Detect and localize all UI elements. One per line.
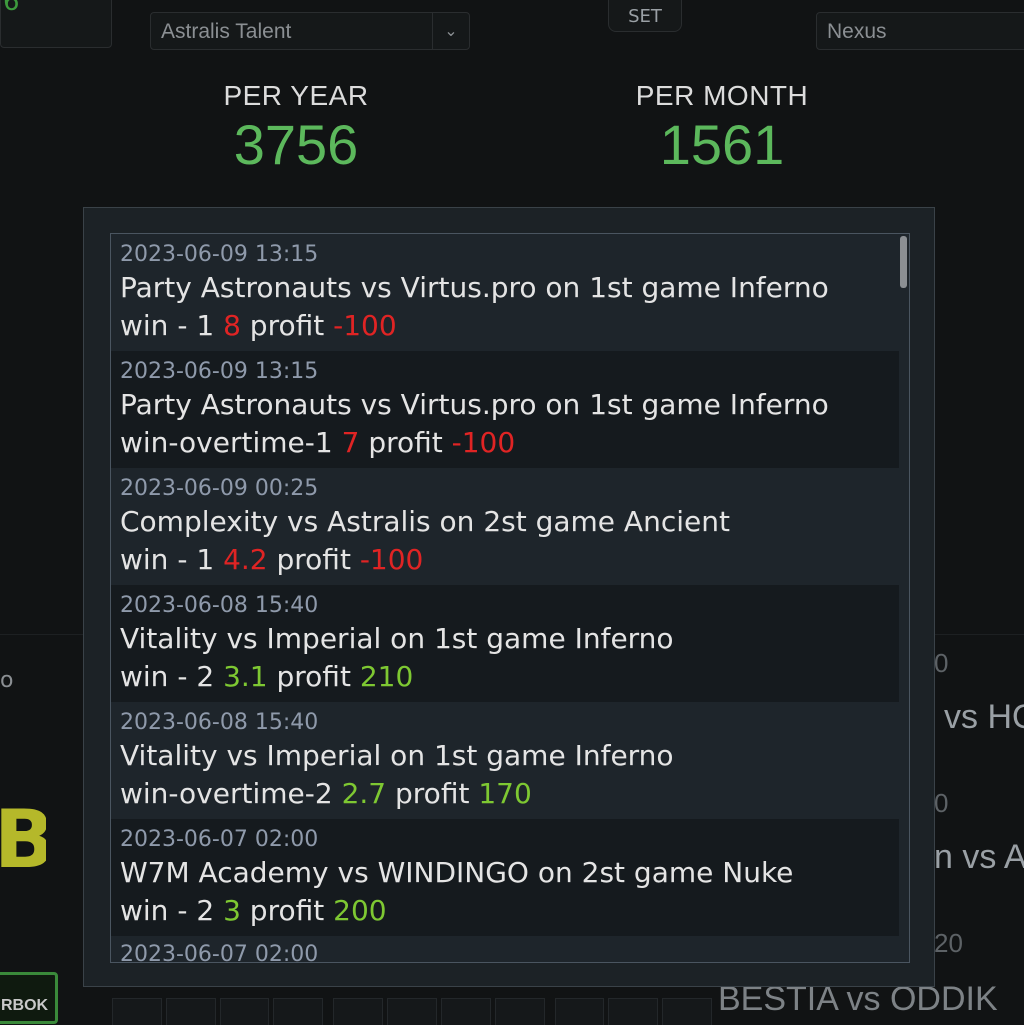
bet-profit: 210 [359, 660, 414, 693]
bet-details: win-overtime-1 7 profit -100 [120, 424, 901, 462]
per-year-label: PER YEAR [223, 80, 369, 111]
bet-type: win - 1 [120, 309, 215, 342]
team-select-value: Astralis Talent [161, 20, 292, 43]
corner-widget-text: 6 [3, 0, 20, 17]
bet-date: 2023-06-09 00:25 [120, 476, 319, 501]
bet-date: 2023-06-09 13:15 [120, 242, 319, 267]
bet-type: win-overtime-2 [120, 777, 333, 810]
list-item[interactable]: 2023-06-07 02:00 W7M Academy vs WINDINGO… [111, 819, 901, 936]
profit-label: profit [368, 426, 443, 459]
bottom-cells [112, 998, 712, 1025]
right-fragment-small: 0 [934, 788, 949, 818]
bet-details: win - 1 4.2 profit -100 [120, 541, 901, 579]
bet-title: Complexity vs Astralis on 2st game Ancie… [120, 505, 730, 538]
profit-label: profit [276, 660, 351, 693]
bet-type: win - 1 [120, 543, 215, 576]
bet-date: 2023-06-07 02:00 [120, 827, 319, 852]
per-month-value: 1561 [659, 113, 785, 176]
bet-odds: 8 [223, 309, 241, 342]
profit-label: profit [395, 777, 470, 810]
top-filter-bar: 6 Astralis Talent ⌄ SET Nexus [0, 0, 1024, 72]
cell [333, 998, 384, 1025]
bet-title: Vitality vs Imperial on 1st game Inferno [120, 739, 674, 772]
list-item[interactable]: 2023-06-08 15:40 Vitality vs Imperial on… [111, 585, 901, 702]
center-button[interactable]: SET [608, 0, 682, 32]
scrollbar[interactable] [899, 234, 909, 962]
bet-title: Party Astronauts vs Virtus.pro on 1st ga… [120, 271, 829, 304]
bet-profit: 200 [333, 894, 387, 927]
bet-odds: 2.7 [341, 777, 387, 810]
bet-date: 2023-06-07 02:00 [120, 942, 319, 963]
cell [494, 998, 545, 1025]
bet-details: win-overtime-2 2.7 profit 170 [120, 775, 901, 813]
right-fragment-small: 20 [934, 928, 963, 958]
bet-odds: 3 [223, 894, 241, 927]
cell [662, 998, 712, 1025]
corner-widget[interactable]: 6 [0, 0, 112, 48]
cell [554, 998, 605, 1025]
bet-details: win - 2 3 profit 200 [120, 892, 901, 930]
left-fragment-text: o [0, 668, 14, 693]
list-item[interactable]: 2023-06-07 02:00 [111, 936, 901, 963]
bet-type: win-overtime-1 [120, 426, 333, 459]
team-logo-icon: B [0, 800, 46, 880]
right-fragment-big: n vs A [934, 838, 1024, 876]
list-item[interactable]: 2023-06-09 13:15 Party Astronauts vs Vir… [111, 234, 901, 351]
cell [387, 998, 437, 1025]
bet-history-list[interactable]: 2023-06-09 13:15 Party Astronauts vs Vir… [110, 233, 910, 963]
bet-date: 2023-06-08 15:40 [120, 593, 319, 618]
right-fragment-small: 0 [934, 648, 949, 678]
chevron-down-icon[interactable]: ⌄ [432, 13, 469, 49]
profit-label: profit [276, 543, 351, 576]
bet-history-items: 2023-06-09 13:15 Party Astronauts vs Vir… [111, 234, 909, 963]
cell [440, 998, 491, 1025]
left-tag-text: RBOK [1, 997, 49, 1014]
cell [165, 998, 216, 1025]
list-item[interactable]: 2023-06-09 13:15 Party Astronauts vs Vir… [111, 351, 901, 468]
bet-details: win - 2 3.1 profit 210 [120, 658, 901, 696]
cell [608, 998, 659, 1025]
cell [112, 998, 162, 1025]
profit-label: profit [249, 309, 325, 342]
profit-label: profit [249, 894, 325, 927]
bet-odds: 3.1 [223, 660, 268, 693]
bet-details: win - 1 8 profit -100 [120, 307, 901, 345]
cell [273, 998, 324, 1025]
per-month-stat: PER MONTH 1561 [622, 80, 822, 178]
cell [219, 998, 270, 1025]
right-select-value: Nexus [827, 20, 887, 43]
bet-date: 2023-06-09 13:15 [120, 359, 319, 384]
team-select[interactable]: Astralis Talent ⌄ [150, 12, 470, 50]
bet-profit: -100 [333, 309, 397, 342]
right-fragment-big: vs HO [944, 698, 1024, 736]
bet-odds: 7 [341, 426, 360, 459]
bet-type: win - 2 [120, 894, 215, 927]
left-tag[interactable]: RBOK [0, 972, 58, 1024]
scrollbar-thumb[interactable] [900, 236, 907, 288]
bet-date: 2023-06-08 15:40 [120, 710, 319, 735]
per-month-label: PER MONTH [635, 80, 809, 111]
bet-profit: 170 [478, 777, 532, 810]
bet-odds: 4.2 [223, 543, 268, 576]
bet-title: Party Astronauts vs Virtus.pro on 1st ga… [120, 388, 829, 421]
list-item[interactable]: 2023-06-09 00:25 Complexity vs Astralis … [111, 468, 901, 585]
bet-title: W7M Academy vs WINDINGO on 2st game Nuke [120, 856, 794, 889]
bet-profit: -100 [451, 426, 516, 459]
bet-profit: -100 [359, 543, 424, 576]
right-select[interactable]: Nexus [816, 12, 1024, 50]
bet-title: Vitality vs Imperial on 1st game Inferno [120, 622, 674, 655]
per-year-stat: PER YEAR 3756 [196, 80, 396, 178]
list-item[interactable]: 2023-06-08 15:40 Vitality vs Imperial on… [111, 702, 901, 819]
per-year-value: 3756 [233, 113, 359, 176]
bet-type: win - 2 [120, 660, 215, 693]
center-button-label: SET [628, 6, 662, 27]
